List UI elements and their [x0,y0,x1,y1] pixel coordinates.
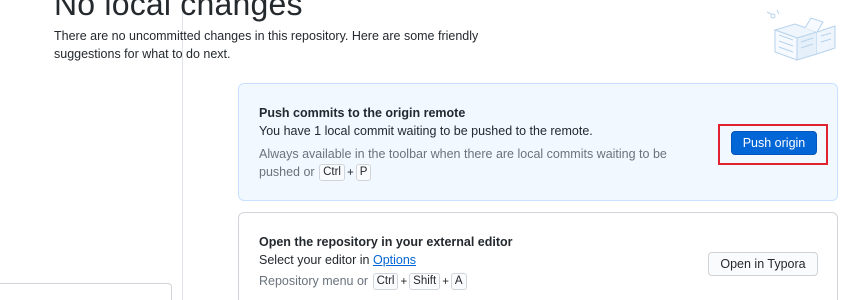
kbd-p: P [355,163,372,181]
kbd-a: A [450,273,467,290]
sidebar-footer-panel [0,283,172,300]
editor-menu-text: Repository menu or [259,274,369,288]
kbd-plus: + [346,166,354,179]
open-in-editor-button[interactable]: Open in Typora [708,252,818,276]
push-card-description: You have 1 local commit waiting to be pu… [259,124,593,138]
editor-card-hint: Repository menu or Ctrl + Shift + A [259,273,709,292]
kbd-ctrl: Ctrl [319,163,345,181]
page-title: No local changes [54,0,303,22]
intro-text: There are no uncommitted changes in this… [54,29,479,61]
kbd-shift: Shift [409,273,441,290]
editor-select-text: Select your editor in [259,253,370,267]
empty-repo-illustration-icon [766,9,836,61]
push-commits-card: Push commits to the origin remote You ha… [238,83,838,201]
kbd-plus: + [442,276,449,288]
app-window: No local changes There are no uncommitte… [0,0,860,300]
options-link[interactable]: Options [373,253,416,267]
editor-card-title: Open the repository in your external edi… [259,235,513,249]
editor-card-select-line: Select your editor in Options [259,253,416,267]
kbd-plus: + [400,276,408,288]
push-origin-button[interactable]: Push origin [731,131,817,155]
push-card-title: Push commits to the origin remote [259,106,466,120]
open-editor-card: Open the repository in your external edi… [238,212,838,300]
push-card-hint: Always available in the toolbar when the… [259,146,709,182]
kbd-ctrl: Ctrl [372,273,399,290]
